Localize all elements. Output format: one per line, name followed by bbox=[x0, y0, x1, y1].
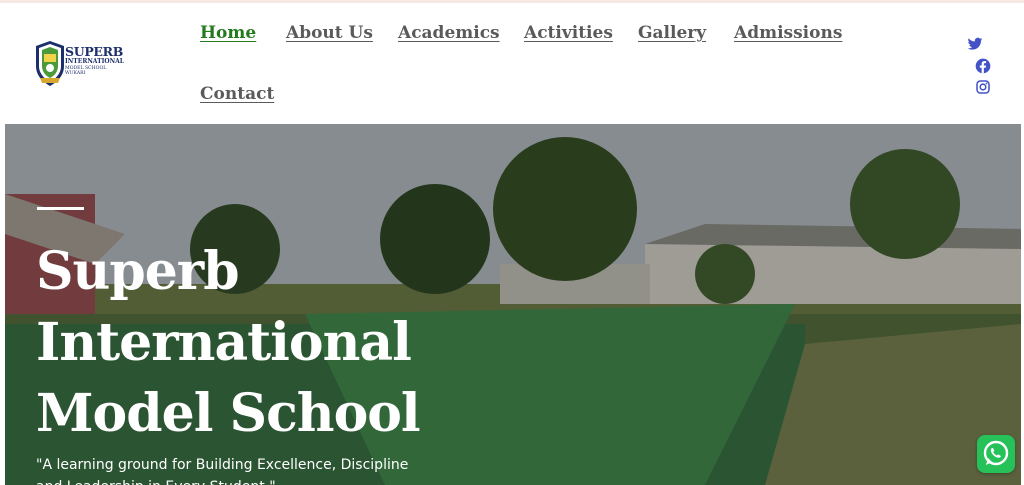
whatsapp-chat-button[interactable] bbox=[977, 435, 1015, 473]
logo-text: SUPERB INTERNATIONAL MODEL SCHOOL WUKARI bbox=[65, 45, 135, 77]
hero-banner: Superb International Model School "A lea… bbox=[5, 124, 1021, 485]
nav-activities[interactable]: Activities bbox=[524, 23, 613, 43]
twitter-icon[interactable] bbox=[967, 36, 983, 52]
hero-title: Superb International Model School bbox=[36, 241, 421, 444]
instagram-icon[interactable] bbox=[975, 79, 991, 95]
logo-line: WUKARI bbox=[65, 71, 86, 76]
nav-contact[interactable]: Contact bbox=[200, 84, 274, 104]
nav-about-us[interactable]: About Us bbox=[286, 23, 373, 43]
facebook-icon[interactable] bbox=[975, 58, 991, 74]
hero-accent-bar bbox=[37, 207, 84, 210]
whatsapp-icon bbox=[983, 440, 1009, 466]
site-header: SUPERB INTERNATIONAL MODEL SCHOOL WUKARI… bbox=[0, 3, 1024, 124]
site-logo[interactable]: SUPERB INTERNATIONAL MODEL SCHOOL WUKARI bbox=[33, 40, 133, 90]
nav-academics[interactable]: Academics bbox=[398, 23, 500, 43]
logo-name: SUPERB bbox=[65, 44, 124, 59]
school-crest-icon bbox=[36, 41, 64, 86]
nav-gallery[interactable]: Gallery bbox=[638, 23, 706, 43]
nav-home[interactable]: Home bbox=[200, 23, 256, 43]
nav-admissions[interactable]: Admissions bbox=[734, 23, 842, 43]
hero-quote: "A learning ground for Building Excellen… bbox=[36, 457, 409, 485]
